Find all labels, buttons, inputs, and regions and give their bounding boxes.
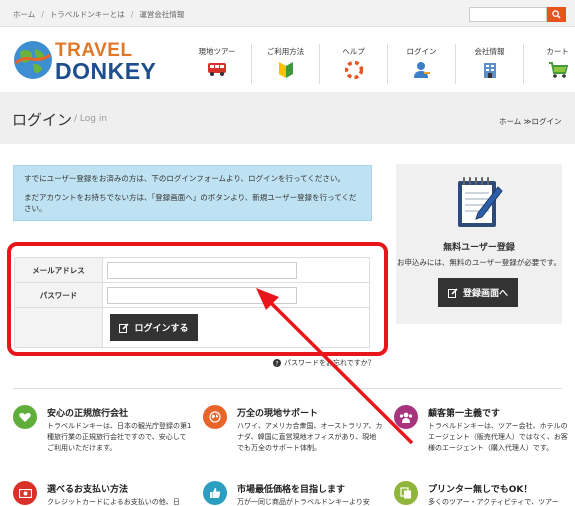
feature-desc: 多くのツアー・アクティビティで、ツアー [428,498,559,506]
copy-icon [400,487,411,499]
register-button[interactable]: 登録画面へ [438,278,518,307]
logo-line2[interactable]: DONKEY [55,58,156,85]
page-subtitle: / Log in [74,114,108,124]
nav-label: 会社情報 [474,47,505,56]
forgot-password-link[interactable]: ? パスワードをお忘れですか？ [273,358,375,368]
feature-title: 顧客第一主義です [428,409,501,419]
feature-title: 安心の正規旅行会社 [47,409,129,419]
bus-icon [208,63,226,76]
top-link-about[interactable]: トラベルドンキーとは [50,10,125,19]
feature-desc: クレジットカードによるお支払いの他、日 [47,498,180,506]
search-input[interactable] [469,7,547,22]
login-notice: すでにユーザー登録をお済みの方は、下のログインフォームより、ログインを行ってくだ… [13,165,372,221]
nav-company[interactable]: 会社情報 [455,44,523,84]
feature-item: 顧客第一主義です トラベルドンキーは、ツアー会社、ホテルのエージェント（販売代理… [394,405,568,465]
notice-line-2: まだアカウントをお持ちでない方は、「登録画面へ」のボタンより、新規ユーザー登録を… [24,193,357,213]
breadcrumb-current: ログイン [531,117,562,126]
feature-title: 選べるお支払い方法 [47,485,129,495]
notepad-pen-icon [458,177,503,227]
register-panel: 無料ユーザー登録 お申込みには、無料のユーザー登録が必要です。 登録画面へ [396,164,562,324]
feature-badge [13,481,37,505]
feature-item: 安心の正規旅行会社 トラベルドンキーは、日本の観光庁登録の第1種旅行業の正規旅行… [13,405,191,465]
feature-desc: ハワイ、アメリカ合衆国、オーストラリア、カナダ、韓国に直営現地オフィスがあり、現… [237,422,383,452]
register-button-label: 登録画面へ [462,289,508,299]
beginner-mark-icon [278,62,293,78]
nav-label: ご利用方法 [266,47,305,56]
register-title: 無料ユーザー登録 [443,243,515,253]
heart-icon [19,412,31,422]
forgot-password-label: パスワードをお忘れですか？ [284,359,375,367]
feature-title: 万全の現地サポート [237,409,319,419]
nav-label: ログイン [406,47,437,56]
search-icon [552,10,561,19]
feature-desc: トラベルドンキーは、日本の観光庁登録の第1種旅行業の正規旅行会社ですので、安心し… [47,422,192,452]
svg-text:?: ? [275,360,278,367]
nav-tours[interactable]: 現地ツアー [183,44,251,84]
top-link-company[interactable]: 運営会社情報 [139,10,184,19]
feature-item: 市場最低価格を目指します 万が一同じ商品がトラベルドンキーより安 [203,481,375,506]
globe-icon [209,411,221,423]
edit-icon [447,287,458,298]
main-nav: 現地ツアー ご利用方法 ヘルプ ログイン 会社情報 カート [183,44,575,84]
lifebuoy-icon [344,61,363,79]
feature-badge [394,405,418,429]
feature-title: 市場最低価格を目指します [237,485,346,495]
feature-badge [203,405,227,429]
feature-desc: トラベルドンキーは、ツアー会社、ホテルのエージェント（販売代理人）ではなく、お客… [428,422,568,452]
notice-line-1: すでにユーザー登録をお済みの方は、下のログインフォームより、ログインを行ってくだ… [24,174,345,183]
feature-badge [203,481,227,505]
breadcrumb-home[interactable]: ホーム [499,117,521,126]
question-icon: ? [273,359,281,367]
search-button[interactable] [547,7,566,22]
nav-login[interactable]: ログイン [387,44,455,84]
nav-cart[interactable]: カート [523,44,575,84]
breadcrumb-separator: ≫ [523,117,532,126]
people-icon [399,412,413,423]
nav-help[interactable]: ヘルプ [319,44,387,84]
money-icon [18,488,32,498]
feature-badge [394,481,418,505]
top-bar: ホーム / トラベルドンキーとは / 運営会社情報 [0,0,575,27]
thumbs-up-icon [210,488,221,498]
feature-item: 選べるお支払い方法 クレジットカードによるお支払いの他、日 [13,481,185,506]
nav-label: ヘルプ [342,47,365,56]
nav-howto[interactable]: ご利用方法 [251,44,319,84]
feature-badge [13,405,37,429]
logo-globe-icon[interactable] [12,39,54,81]
page-title: ログイン [12,111,73,129]
user-key-icon [413,62,430,78]
nav-label: 現地ツアー [198,47,236,56]
feature-item: 万全の現地サポート ハワイ、アメリカ合衆国、オーストラリア、カナダ、韓国に直営現… [203,405,382,465]
feature-item: プリンター無しでもOK！ 多くのツアー・アクティビティで、ツアー [394,481,566,506]
nav-label: カート [546,47,569,56]
feature-title: プリンター無しでもOK！ [428,485,533,495]
register-desc: お申込みには、無料のユーザー登録が必要です。 [396,258,562,267]
breadcrumb: ホーム ≫ログイン [499,116,562,127]
building-icon [483,63,496,78]
section-divider [13,388,562,389]
cart-icon [548,62,568,78]
highlight-box [7,242,388,356]
feature-desc: 万が一同じ商品がトラベルドンキーより安 [237,498,370,506]
page-title-bar: ログイン / Log in ホーム ≫ログイン [0,92,575,144]
top-links: ホーム / トラベルドンキーとは / 運営会社情報 [13,10,185,19]
top-link-home[interactable]: ホーム [13,10,35,19]
